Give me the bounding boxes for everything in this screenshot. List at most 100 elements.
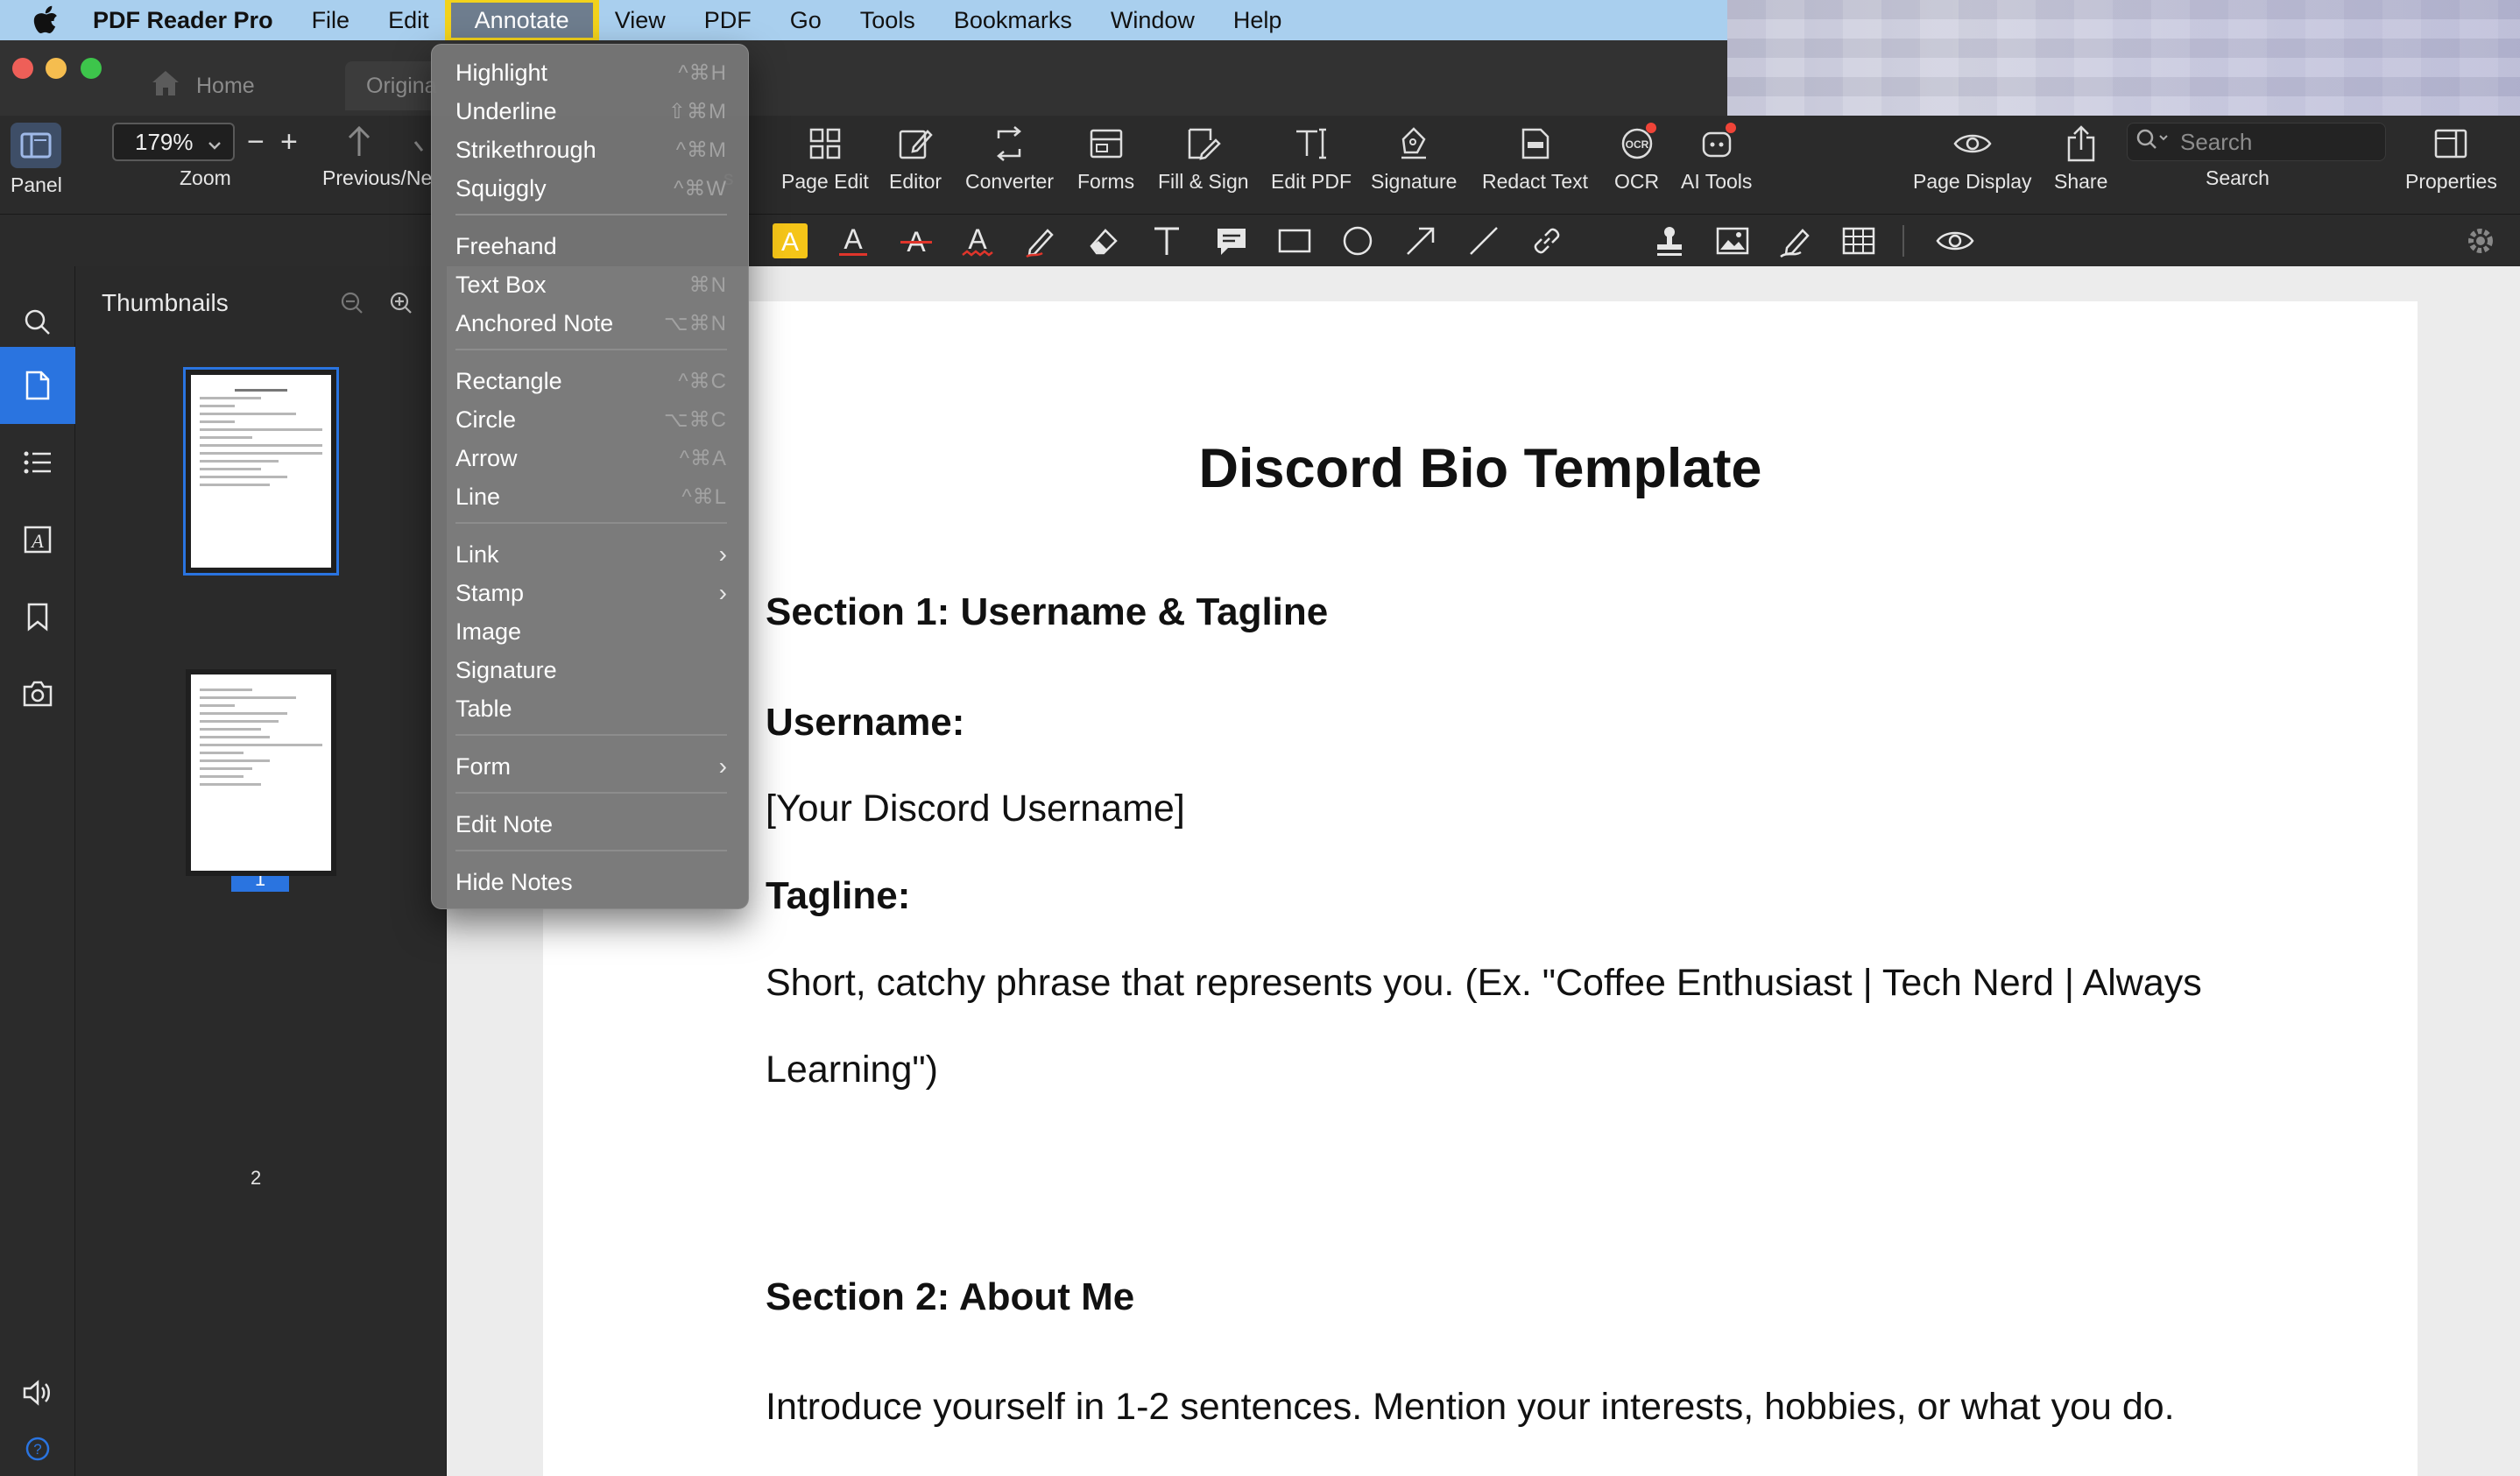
menu-item-arrow-label: Arrow [455, 444, 518, 471]
menu-pdf[interactable]: PDF [685, 0, 771, 40]
menu-item-edit-note[interactable]: Edit Note [432, 805, 750, 844]
settings-gear-icon[interactable] [2461, 222, 2500, 260]
menu-item-signature[interactable]: Signature [432, 651, 750, 689]
menu-view[interactable]: View [596, 0, 685, 40]
search-input[interactable]: Search [2127, 123, 2386, 161]
underline-tool-icon[interactable]: A [834, 222, 872, 260]
menu-go[interactable]: Go [771, 0, 841, 40]
signature-button[interactable]: Signature [1371, 123, 1457, 194]
redact-text-button[interactable]: Redact Text [1482, 123, 1588, 194]
menu-app-name[interactable]: PDF Reader Pro [93, 0, 293, 40]
zoom-out-button[interactable]: − [247, 123, 265, 161]
menu-item-link[interactable]: Link › [432, 535, 750, 574]
note-tool-icon[interactable] [1212, 222, 1251, 260]
menu-item-rectangle[interactable]: Rectangle ^⌘C [432, 362, 750, 400]
rectangle-tool-icon[interactable] [1275, 222, 1314, 260]
document-title: Discord Bio Template [1198, 438, 1762, 499]
arrow-tool-icon[interactable] [1401, 222, 1440, 260]
share-label: Share [2054, 170, 2108, 193]
menu-item-squiggly[interactable]: Squiggly ^⌘W [432, 169, 750, 208]
chevron-right-icon: › [718, 579, 727, 606]
text-tool-icon[interactable] [1147, 222, 1186, 260]
page-display-button[interactable]: Page Display [1913, 123, 2032, 194]
menu-item-stamp[interactable]: Stamp › [432, 574, 750, 612]
snapshot-camera-icon[interactable] [0, 655, 75, 732]
ocr-button[interactable]: OCR OCR [1614, 123, 1659, 194]
highlight-tool-icon[interactable]: A [771, 222, 809, 260]
document-viewport[interactable]: Discord Bio Template Section 1: Username… [447, 266, 2520, 1476]
page-edit-button[interactable]: Page Edit [781, 123, 869, 194]
tab-home[interactable]: Home [151, 61, 255, 110]
annotations-list-icon[interactable]: A [0, 501, 75, 578]
menu-item-circle[interactable]: Circle ⌥⌘C [432, 400, 750, 439]
menu-item-stamp-label: Stamp [455, 579, 525, 606]
link-tool-icon[interactable] [1528, 222, 1566, 260]
menu-item-anchored-note[interactable]: Anchored Note ⌥⌘N [432, 304, 750, 343]
menu-item-form[interactable]: Form › [432, 747, 750, 786]
line-tool-icon[interactable] [1465, 222, 1503, 260]
bookmark-icon[interactable] [0, 578, 75, 655]
menu-item-squiggly-shortcut: ^⌘W [674, 176, 727, 201]
menu-item-image[interactable]: Image [432, 612, 750, 651]
ai-tools-button[interactable]: AI Tools [1681, 123, 1752, 194]
page-thumbnail-2[interactable] [186, 669, 336, 876]
menu-item-hide-notes[interactable]: Hide Notes [432, 863, 750, 901]
page-thumbnail-1[interactable] [183, 367, 339, 576]
signature-tool-icon[interactable] [1776, 222, 1815, 260]
ocr-icon: OCR [1620, 123, 1656, 165]
menu-item-line[interactable]: Line ^⌘L [432, 477, 750, 516]
menu-item-text-box[interactable]: Text Box ⌘N [432, 265, 750, 304]
ocr-notification-dot [1645, 123, 1656, 133]
stamp-tool-icon[interactable] [1650, 222, 1689, 260]
properties-button[interactable]: Properties [2405, 123, 2497, 194]
hide-annotations-eye-icon[interactable] [1936, 222, 1974, 260]
menu-item-freehand[interactable]: Freehand [432, 227, 750, 265]
menu-window[interactable]: Window [1091, 0, 1214, 40]
menu-item-signature-label: Signature [455, 656, 557, 683]
eraser-icon[interactable] [1084, 222, 1123, 260]
menu-annotate[interactable]: Annotate [444, 0, 599, 44]
squiggly-tool-icon[interactable]: A [958, 222, 997, 260]
ocr-label: OCR [1614, 170, 1660, 193]
converter-button[interactable]: Converter [965, 123, 1054, 194]
zoom-in-button[interactable]: + [280, 123, 298, 161]
table-tool-icon[interactable] [1839, 222, 1878, 260]
panel-button[interactable]: Panel [11, 123, 62, 197]
editor-label: Editor [889, 170, 942, 193]
menu-item-table[interactable]: Table [432, 689, 750, 728]
zoom-out-thumbnails-icon[interactable] [340, 291, 364, 320]
menu-file[interactable]: File [293, 0, 370, 40]
svg-text:?: ? [33, 1441, 41, 1458]
help-icon[interactable]: ? [0, 1410, 75, 1476]
share-button[interactable]: Share [2054, 123, 2107, 194]
menu-item-underline[interactable]: Underline ⇧⌘M [432, 92, 750, 131]
previous-page-icon[interactable] [346, 124, 372, 164]
menu-item-arrow[interactable]: Arrow ^⌘A [432, 439, 750, 477]
menu-item-arrow-shortcut: ^⌘A [679, 446, 727, 470]
circle-tool-icon[interactable] [1338, 222, 1377, 260]
zoom-window-button[interactable] [81, 58, 102, 79]
editor-button[interactable]: Editor [889, 123, 942, 194]
minimize-window-button[interactable] [46, 58, 67, 79]
zoom-in-thumbnails-icon[interactable] [389, 291, 413, 320]
edit-pdf-button[interactable]: Edit PDF [1271, 123, 1352, 194]
menu-item-strikethrough[interactable]: Strikethrough ^⌘M [432, 131, 750, 169]
freehand-tool-icon[interactable] [1021, 222, 1060, 260]
strikethrough-tool-icon[interactable]: A [897, 222, 935, 260]
thumbnails-sidebar-icon[interactable] [0, 347, 75, 424]
apple-icon[interactable] [32, 5, 60, 34]
fill-sign-button[interactable]: Fill & Sign [1158, 123, 1249, 194]
next-page-icon[interactable] [412, 124, 429, 164]
menu-bookmarks[interactable]: Bookmarks [935, 0, 1091, 40]
menu-item-circle-label: Circle [455, 406, 517, 433]
menu-item-highlight[interactable]: Highlight ^⌘H [432, 53, 750, 92]
zoom-select[interactable]: 179% [112, 123, 235, 161]
menu-tools[interactable]: Tools [841, 0, 935, 40]
pdf-page: Discord Bio Template Section 1: Username… [543, 301, 2418, 1476]
forms-button[interactable]: Forms [1077, 123, 1134, 194]
menu-help[interactable]: Help [1214, 0, 1302, 40]
image-tool-icon[interactable] [1713, 222, 1752, 260]
close-window-button[interactable] [12, 58, 33, 79]
menu-edit[interactable]: Edit [369, 0, 448, 40]
outline-list-icon[interactable] [0, 424, 75, 501]
